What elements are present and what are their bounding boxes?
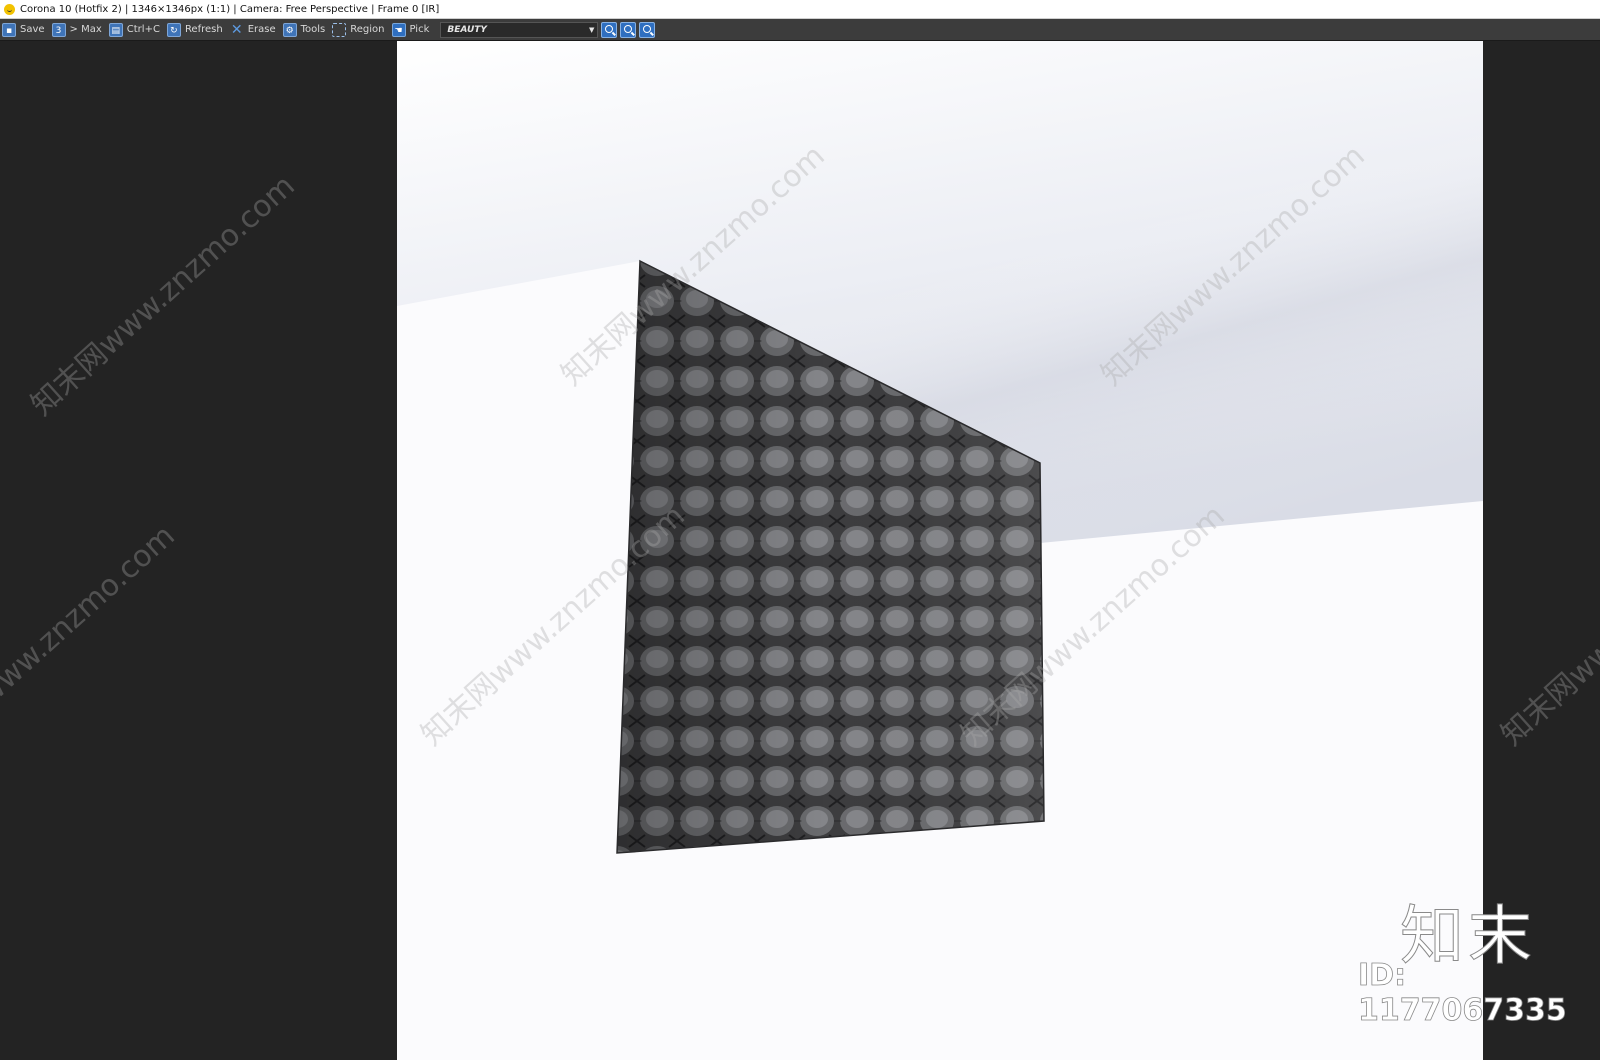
erase-button[interactable]: ✕ Erase bbox=[228, 20, 280, 39]
region-button[interactable]: Region bbox=[330, 20, 388, 39]
watermark-text: 知末网www.znzmo.com bbox=[1494, 498, 1600, 753]
refresh-button[interactable]: ↻ Refresh bbox=[165, 20, 227, 39]
gear-icon: ⚙ bbox=[282, 22, 297, 37]
watermark-text: 知末网www.znzmo.com bbox=[24, 168, 302, 423]
image-id-label: ID: 1177067335 bbox=[1358, 958, 1568, 1029]
max-icon: 3 bbox=[51, 22, 66, 37]
chevron-down-icon: ▼ bbox=[589, 25, 595, 34]
render-pass-value: BEAUTY bbox=[447, 24, 487, 35]
region-select-icon bbox=[332, 22, 347, 37]
save-button[interactable]: ▪ Save bbox=[0, 20, 49, 39]
refresh-icon: ↻ bbox=[166, 22, 181, 37]
tools-button[interactable]: ⚙ Tools bbox=[281, 20, 330, 39]
floppy-disk-icon: ▪ bbox=[2, 22, 16, 37]
hand-pointer-icon: ☚ bbox=[391, 22, 406, 37]
corona-app-icon bbox=[4, 3, 15, 15]
send-to-max-button[interactable]: 3 > Max bbox=[50, 20, 106, 39]
copy-button[interactable]: ▤ Ctrl+C bbox=[107, 20, 164, 39]
zoom-fit-icon[interactable] bbox=[639, 21, 656, 38]
pick-button[interactable]: ☚ Pick bbox=[390, 20, 434, 39]
window-title-bar: Corona 10 (Hotfix 2) | 1346×1346px (1:1)… bbox=[0, 0, 1600, 19]
erase-x-icon: ✕ bbox=[230, 21, 243, 38]
window-title: Corona 10 (Hotfix 2) | 1346×1346px (1:1)… bbox=[20, 3, 440, 15]
vfb-toolbar: ▪ Save 3 > Max ▤ Ctrl+C ↻ Refresh ✕ Eras… bbox=[0, 19, 1600, 41]
render-pass-dropdown[interactable]: BEAUTY ▼ bbox=[440, 21, 599, 38]
render-viewport[interactable]: 知末网www.znzmo.com 知末网www.znzmo.com 知末网www… bbox=[0, 41, 1600, 1060]
clipboard-icon: ▤ bbox=[108, 22, 123, 37]
render-scene bbox=[397, 41, 1483, 1060]
zoom-in-icon[interactable] bbox=[601, 21, 618, 38]
zoom-out-icon[interactable] bbox=[620, 21, 637, 38]
watermark-text: 知末网www.znzmo.com bbox=[0, 518, 182, 773]
rendered-image bbox=[397, 41, 1483, 1060]
